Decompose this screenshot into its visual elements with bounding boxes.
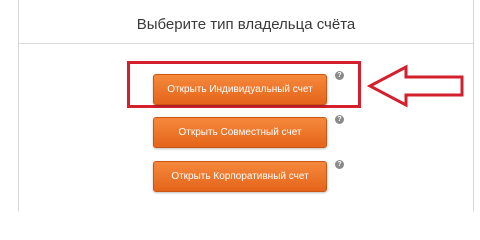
- help-icon-joint[interactable]: ?: [335, 115, 344, 124]
- open-individual-account-button[interactable]: Открыть Индивидуальный счет: [153, 74, 327, 105]
- help-icon-corporate[interactable]: ?: [335, 160, 344, 169]
- page-title: Выберите тип владельца счёта: [136, 16, 356, 33]
- open-corporate-account-button[interactable]: Открыть Корпоративный счет: [153, 161, 327, 192]
- title-divider: [19, 43, 473, 44]
- help-icon-individual[interactable]: ?: [335, 71, 344, 80]
- annotation-arrow-icon: [366, 64, 464, 108]
- open-joint-account-button[interactable]: Открыть Совместный счет: [153, 117, 327, 148]
